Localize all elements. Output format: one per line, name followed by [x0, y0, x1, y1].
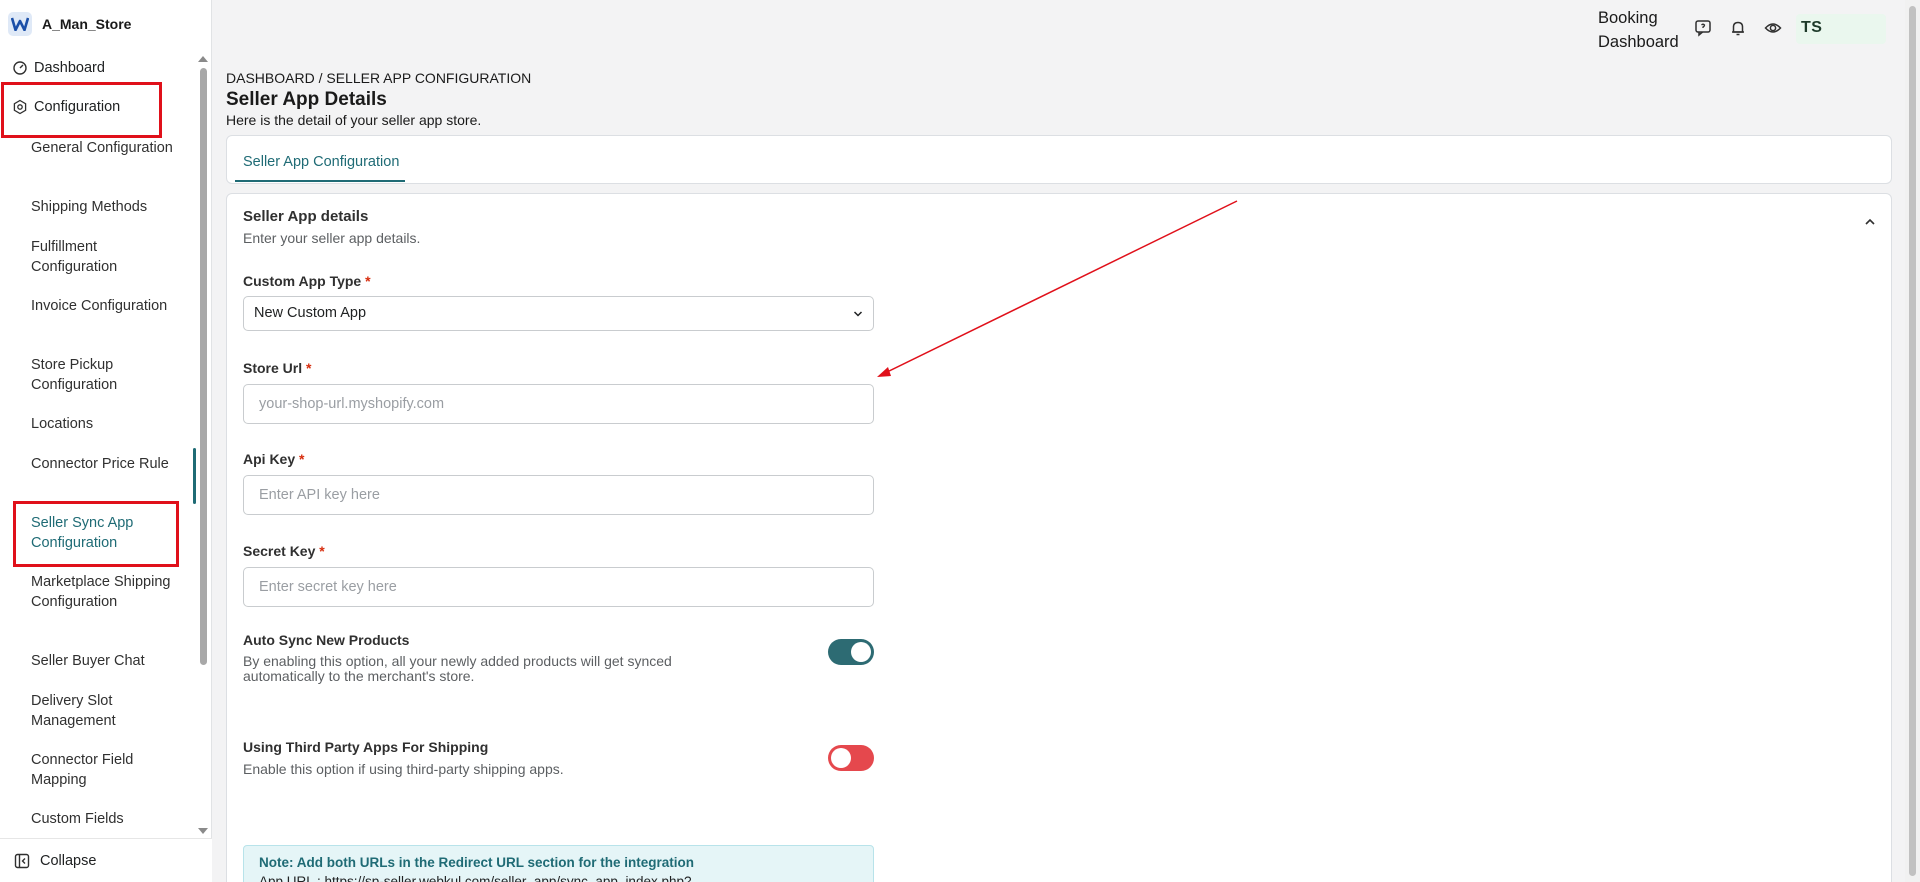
custom-app-type-label: Custom App Type *: [243, 273, 371, 289]
sidebar-item-configuration[interactable]: Configuration: [12, 99, 120, 115]
toggle-knob: [831, 748, 851, 768]
auto-sync-title: Auto Sync New Products: [243, 632, 410, 648]
avatar-initials: TS: [1801, 19, 1823, 36]
collapse-button[interactable]: Collapse: [0, 838, 212, 882]
sidebar-item-dashboard[interactable]: Dashboard: [12, 60, 105, 76]
sidebar-item-label: Dashboard: [34, 60, 105, 76]
scroll-up-arrow[interactable]: [198, 56, 208, 62]
page-scrollbar[interactable]: [1905, 0, 1920, 882]
sidebar-item-fulfillment-configuration[interactable]: Fulfillment Configuration: [31, 237, 181, 277]
gear-icon: [13, 99, 27, 115]
seller-app-details-card: Seller App details Enter your seller app…: [226, 193, 1892, 882]
custom-app-type-select[interactable]: New Custom App: [243, 296, 874, 331]
secret-key-label: Secret Key *: [243, 543, 325, 559]
toggle-knob: [851, 642, 871, 662]
store-name: A_Man_Store: [42, 16, 132, 32]
note-app-url: App URL : https://sp-seller.webkul.com/s…: [259, 874, 692, 882]
sidebar-item-connector-field-mapping[interactable]: Connector Field Mapping: [31, 750, 181, 790]
secret-key-input[interactable]: [243, 567, 874, 607]
sidebar-item-seller-buyer-chat[interactable]: Seller Buyer Chat: [31, 651, 181, 671]
auto-sync-toggle[interactable]: [828, 639, 874, 665]
sidebar-item-locations[interactable]: Locations: [31, 414, 181, 434]
sidebar-item-store-pickup-configuration[interactable]: Store Pickup Configuration: [31, 355, 181, 395]
bell-icon[interactable]: [1729, 19, 1747, 37]
sidebar-item-seller-sync-app-configuration[interactable]: Seller Sync App Configuration: [31, 513, 181, 553]
api-key-label: Api Key *: [243, 451, 305, 467]
active-indicator: [193, 448, 196, 504]
sidebar-item-marketplace-shipping-configuration[interactable]: Marketplace Shipping Configuration: [31, 572, 181, 612]
chevron-up-icon[interactable]: [1864, 216, 1876, 228]
eye-icon[interactable]: [1764, 19, 1782, 37]
collapse-label: Collapse: [40, 852, 97, 869]
brand-logo: [8, 12, 32, 36]
sidebar-item-general-configuration[interactable]: General Configuration: [31, 138, 181, 158]
collapse-icon: [14, 853, 30, 868]
page-title: Seller App Details: [226, 89, 387, 110]
tab-seller-app-configuration[interactable]: Seller App Configuration: [235, 136, 406, 182]
sidebar-item-delivery-slot-management[interactable]: Delivery Slot Management: [31, 691, 181, 731]
booking-line-1: Booking: [1598, 9, 1658, 27]
redirect-url-note: Note: Add both URLs in the Redirect URL …: [243, 845, 874, 882]
api-key-input[interactable]: [243, 475, 874, 515]
section-subtitle: Enter your seller app details.: [243, 230, 421, 246]
sidebar-item-invoice-configuration[interactable]: Invoice Configuration: [31, 296, 181, 316]
chevron-down-icon: [853, 311, 863, 317]
section-title: Seller App details: [243, 208, 369, 225]
chat-icon[interactable]: [1694, 19, 1712, 37]
scroll-down-arrow[interactable]: [198, 828, 208, 834]
custom-app-type-value: New Custom App: [254, 305, 367, 321]
breadcrumb: DASHBOARD / SELLER APP CONFIGURATION: [226, 70, 532, 86]
auto-sync-description: By enabling this option, all your newly …: [243, 653, 672, 684]
store-url-input[interactable]: [243, 384, 874, 424]
third-party-shipping-toggle[interactable]: [828, 745, 874, 771]
sidebar-item-shipping-methods[interactable]: Shipping Methods: [31, 197, 181, 217]
third-party-shipping-description: Enable this option if using third-party …: [243, 761, 564, 777]
sidebar-scrollbar[interactable]: [200, 68, 207, 665]
third-party-shipping-title: Using Third Party Apps For Shipping: [243, 739, 489, 755]
tab-bar: Seller App Configuration: [226, 135, 1892, 184]
page-subtitle: Here is the detail of your seller app st…: [226, 112, 482, 128]
sidebar-item-connector-price-rule[interactable]: Connector Price Rule: [31, 454, 181, 474]
sidebar: A_Man_Store Dashboard Configuration Gene…: [0, 0, 212, 882]
dashboard-icon: [13, 61, 27, 75]
store-url-label: Store Url *: [243, 360, 312, 376]
sidebar-item-label: Configuration: [34, 99, 121, 115]
sidebar-nav: Dashboard Configuration General Configur…: [0, 56, 202, 832]
brand[interactable]: A_Man_Store: [8, 12, 131, 36]
booking-line-2: Dashboard: [1598, 33, 1679, 51]
booking-dashboard-link[interactable]: Booking Dashboard: [1598, 6, 1679, 54]
page-scrollbar-thumb[interactable]: [1909, 6, 1916, 876]
sidebar-item-custom-fields[interactable]: Custom Fields: [31, 809, 181, 829]
note-title: Note: Add both URLs in the Redirect URL …: [259, 855, 695, 870]
